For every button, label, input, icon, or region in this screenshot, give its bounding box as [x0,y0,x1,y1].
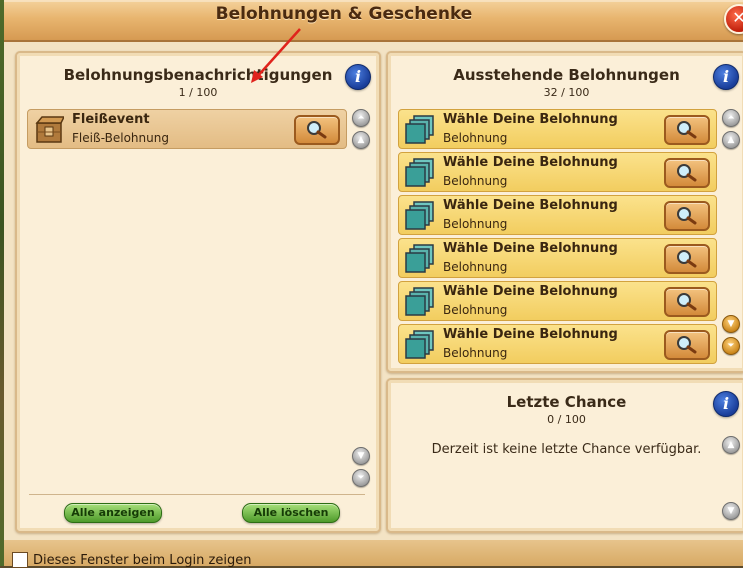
info-icon[interactable]: i [345,64,371,90]
choice-card-icon [405,115,434,144]
item-subtitle: Belohnung [443,131,508,145]
up-icon: ▲ [727,440,735,450]
item-subtitle: Belohnung [443,174,508,188]
list-item[interactable]: Fleißevent Fleiß-Belohnung [27,109,347,149]
item-title: Wähle Deine Belohnung [443,327,618,342]
view-button[interactable] [664,287,710,317]
view-button[interactable] [664,244,710,274]
magnifier-icon [677,250,697,268]
scroll-bottom-button[interactable]: ⏷ [352,469,370,487]
view-button[interactable] [294,115,340,145]
reward-notifications-panel: Belohnungsbenachrichtigungen 1 / 100 i F… [15,51,381,533]
down-icon: ▼ [727,506,735,516]
scroll-down-button[interactable]: ▼ [722,315,740,333]
item-subtitle: Belohnung [443,346,508,360]
magnifier-icon [677,336,697,354]
list-item[interactable]: Wähle Deine Belohnung Belohnung [398,238,717,278]
panel-count: 0 / 100 [547,413,586,426]
item-title: Fleißevent [72,112,150,127]
double-down-icon: ⏷ [727,341,735,351]
panel-count: 1 / 100 [178,86,218,99]
delete-all-button[interactable]: Alle löschen [242,503,340,523]
up-icon: ▲ [727,135,735,145]
window-title: Belohnungen & Geschenke [215,4,473,24]
empty-message: Derzeit ist keine letzte Chance verfügba… [431,442,702,457]
item-title: Wähle Deine Belohnung [443,198,618,213]
last-chance-panel: Letzte Chance 0 / 100 i Derzeit ist kein… [386,378,743,533]
list-item[interactable]: Wähle Deine Belohnung Belohnung [398,152,717,192]
show-all-button[interactable]: Alle anzeigen [64,503,162,523]
magnifier-icon [677,121,697,139]
panel-title: Belohnungsbenachrichtigungen [63,66,333,84]
magnifier-icon [677,164,697,182]
list-item[interactable]: Wähle Deine Belohnung Belohnung [398,195,717,235]
panel-title: Letzte Chance [506,393,627,411]
choice-card-icon [405,158,434,187]
scroll-top-button[interactable]: ⏶ [722,109,740,127]
view-button[interactable] [664,330,710,360]
scroll-bottom-button[interactable]: ⏷ [722,337,740,355]
scroll-up-button[interactable]: ▲ [352,131,370,149]
magnifier-icon [677,293,697,311]
item-title: Wähle Deine Belohnung [443,112,618,127]
pending-rewards-panel: Ausstehende Belohnungen 32 / 100 i Wähle… [386,51,743,373]
scroll-top-button[interactable]: ⏶ [352,109,370,127]
divider [29,494,365,495]
up-icon: ▲ [357,135,365,145]
list-item[interactable]: Wähle Deine Belohnung Belohnung [398,109,717,149]
view-button[interactable] [664,158,710,188]
choice-card-icon [405,287,434,316]
item-title: Wähle Deine Belohnung [443,284,618,299]
info-icon[interactable]: i [713,64,739,90]
item-subtitle: Belohnung [443,217,508,231]
choice-card-icon [405,201,434,230]
view-button[interactable] [664,115,710,145]
panel-count: 32 / 100 [543,86,590,99]
item-title: Wähle Deine Belohnung [443,155,618,170]
crate-icon [35,116,64,143]
panel-title: Ausstehende Belohnungen [453,66,680,84]
rewards-window: Belohnungen & Geschenke ✕ Belohnungsbena… [4,0,743,566]
down-icon: ▼ [727,319,735,329]
double-up-icon: ⏶ [727,113,735,123]
item-subtitle: Fleiß-Belohnung [72,131,169,145]
item-subtitle: Belohnung [443,303,508,317]
item-subtitle: Belohnung [443,260,508,274]
choice-card-icon [405,244,434,273]
scroll-down-button[interactable]: ▼ [352,447,370,465]
magnifier-icon [307,121,327,139]
info-icon[interactable]: i [713,391,739,417]
list-item[interactable]: Wähle Deine Belohnung Belohnung [398,324,717,364]
double-down-icon: ⏷ [357,473,365,483]
magnifier-icon [677,207,697,225]
item-title: Wähle Deine Belohnung [443,241,618,256]
double-up-icon: ⏶ [357,113,365,123]
view-button[interactable] [664,201,710,231]
scroll-up-button[interactable]: ▲ [722,131,740,149]
down-icon: ▼ [357,451,365,461]
scroll-up-button[interactable]: ▲ [722,436,740,454]
title-bar: Belohnungen & Geschenke [4,0,743,42]
list-item[interactable]: Wähle Deine Belohnung Belohnung [398,281,717,321]
choice-card-icon [405,330,434,359]
scroll-down-button[interactable]: ▼ [722,502,740,520]
